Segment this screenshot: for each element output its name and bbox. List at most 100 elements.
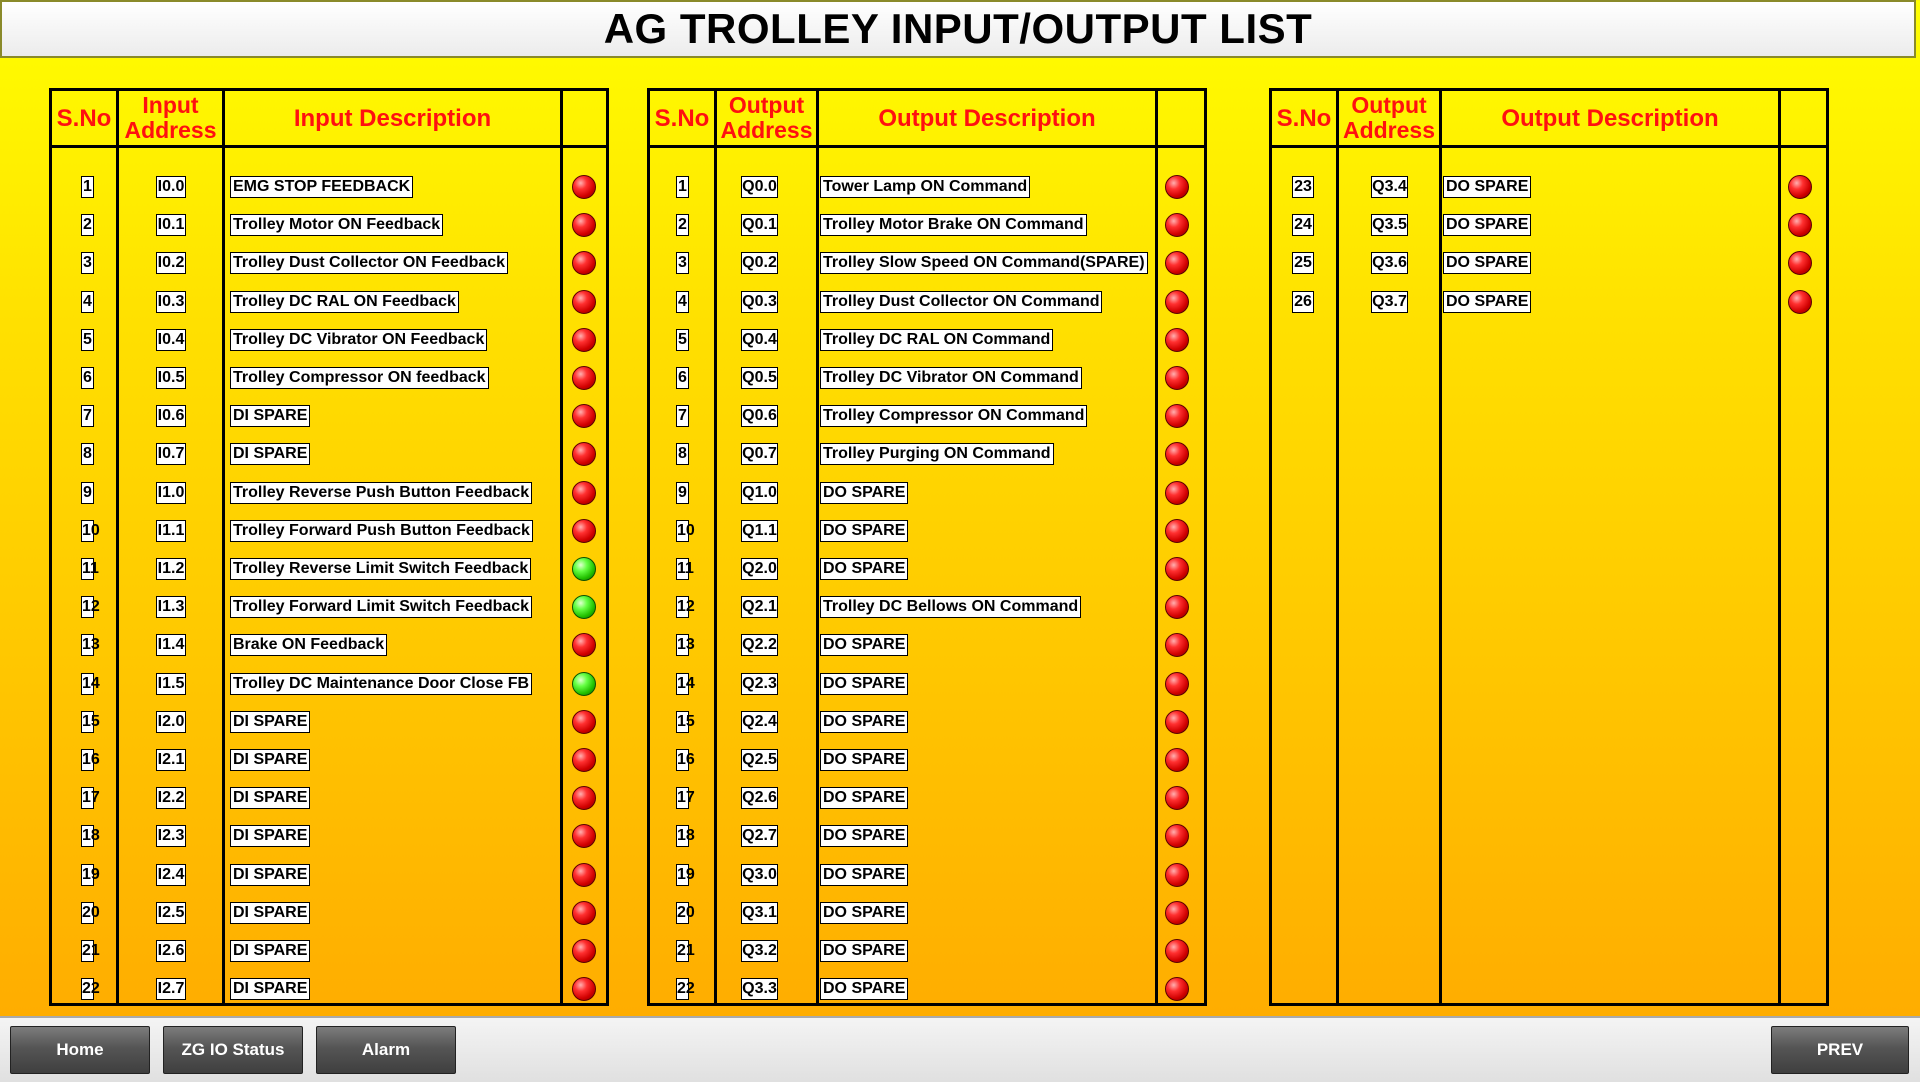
status-lamp-icon xyxy=(572,748,596,772)
address-cell: I1.1 xyxy=(156,519,186,542)
address-cell: I2.7 xyxy=(156,978,186,1001)
sno-cell: 26 xyxy=(1292,290,1314,313)
table-row: 21 I2.6 DI SPARE xyxy=(52,935,606,967)
description-cell: DO SPARE xyxy=(820,710,909,733)
address-cell: Q0.2 xyxy=(741,252,778,275)
status-lamp-icon xyxy=(1165,595,1189,620)
table-row: 14 I1.5 Trolley DC Maintenance Door Close … xyxy=(52,668,606,700)
description-cell: Trolley DC Vibrator ON Command xyxy=(820,367,1082,389)
description-cell: Trolley Reverse Push Button Feedback xyxy=(230,481,533,504)
sno-cell: 2 xyxy=(81,214,94,237)
table-row: 22 Q3.3 DO SPARE xyxy=(650,973,1204,1005)
description-cell: DO SPARE xyxy=(820,787,909,810)
sno-cell: 18 xyxy=(81,825,100,848)
description-cell: DO SPARE xyxy=(820,672,909,695)
status-lamp-icon xyxy=(572,786,596,811)
sno-cell: 10 xyxy=(81,519,100,542)
address-cell: Q0.4 xyxy=(741,328,778,351)
sno-cell: 6 xyxy=(676,367,689,389)
description-cell: DO SPARE xyxy=(820,634,909,657)
table-row: 7 I0.6 DI SPARE xyxy=(52,400,606,432)
status-lamp-icon xyxy=(572,595,596,620)
sno-cell: 8 xyxy=(676,443,689,466)
status-lamp-icon xyxy=(1788,289,1812,314)
status-lamp-icon xyxy=(1165,251,1189,276)
sno-cell: 14 xyxy=(676,672,695,695)
sno-cell: 16 xyxy=(81,749,100,771)
status-lamp-icon xyxy=(1788,213,1812,238)
address-cell: Q2.7 xyxy=(741,825,778,848)
address-cell: I2.2 xyxy=(156,787,186,810)
address-cell: Q1.0 xyxy=(741,481,778,504)
sno-cell: 15 xyxy=(81,710,100,733)
address-cell: I0.3 xyxy=(156,290,186,313)
table-row: 18 I2.3 DI SPARE xyxy=(52,820,606,852)
sno-cell: 10 xyxy=(676,519,695,542)
description-cell: Trolley Reverse Limit Switch Feedback xyxy=(230,558,532,580)
sno-cell: 3 xyxy=(81,252,94,275)
sno-cell: 17 xyxy=(81,787,100,810)
status-lamp-icon xyxy=(572,404,596,429)
table-row: 10 Q1.1 DO SPARE xyxy=(650,515,1204,547)
table-row: 10 I1.1 Trolley Forward Push Button Feedba… xyxy=(52,515,606,547)
table-row: 18 Q2.7 DO SPARE xyxy=(650,820,1204,852)
header-input-description: Input Description xyxy=(293,104,492,132)
status-lamp-icon xyxy=(1165,748,1189,772)
status-lamp-icon xyxy=(1165,289,1189,314)
status-lamp-icon xyxy=(572,824,596,849)
status-lamp-icon xyxy=(1165,404,1189,429)
zg-io-status-button[interactable]: ZG IO Status xyxy=(163,1026,303,1074)
title-bar: AG TROLLEY INPUT/OUTPUT LIST xyxy=(0,0,1916,58)
sno-cell: 14 xyxy=(81,672,100,695)
status-lamp-icon xyxy=(1165,366,1189,390)
table-row: 2 I0.1 Trolley Motor ON Feedback xyxy=(52,209,606,241)
address-cell: Q2.6 xyxy=(741,787,778,810)
table-row: 5 Q0.4 Trolley DC RAL ON Command xyxy=(650,324,1204,356)
status-lamp-icon xyxy=(1788,251,1812,276)
status-lamp-icon xyxy=(572,900,596,925)
description-cell: DO SPARE xyxy=(820,519,909,542)
description-cell: DI SPARE xyxy=(230,443,311,466)
status-lamp-icon xyxy=(572,366,596,390)
description-cell: DO SPARE xyxy=(820,481,909,504)
status-lamp-icon xyxy=(572,633,596,658)
address-cell: I2.0 xyxy=(156,710,186,733)
table-row: 14 Q2.3 DO SPARE xyxy=(650,668,1204,700)
prev-button[interactable]: PREV xyxy=(1771,1026,1909,1074)
sno-cell: 1 xyxy=(81,176,94,198)
address-cell: I2.6 xyxy=(156,940,186,962)
table-row: 5 I0.4 Trolley DC Vibrator ON Feedback xyxy=(52,324,606,356)
sno-cell: 8 xyxy=(81,443,94,466)
table-row: 19 I2.4 DI SPARE xyxy=(52,859,606,891)
sno-cell: 11 xyxy=(81,558,99,580)
description-cell: DO SPARE xyxy=(820,978,909,1001)
sno-cell: 17 xyxy=(676,787,695,810)
status-lamp-icon xyxy=(572,709,596,734)
description-cell: Trolley Motor Brake ON Command xyxy=(820,214,1087,237)
address-cell: Q3.7 xyxy=(1371,290,1408,313)
address-cell: I0.5 xyxy=(156,367,186,389)
output-list-panel-1: S.No Output Address Output Description 1 Q… xyxy=(647,88,1207,1006)
table-row: 24 Q3.5 DO SPARE xyxy=(1272,209,1826,241)
address-cell: I0.4 xyxy=(156,328,186,351)
description-cell: DO SPARE xyxy=(1443,290,1532,313)
sno-cell: 9 xyxy=(676,481,689,504)
table-row: 11 I1.2 Trolley Reverse Limit Switch Feedb… xyxy=(52,553,606,585)
header-sno: S.No xyxy=(654,104,710,132)
status-lamp-icon xyxy=(1165,671,1189,696)
address-cell: Q3.0 xyxy=(741,863,778,886)
address-cell: I0.0 xyxy=(156,176,186,198)
description-cell: Trolley DC Vibrator ON Feedback xyxy=(230,328,488,351)
address-cell: Q2.1 xyxy=(741,596,778,619)
status-lamp-icon xyxy=(572,213,596,238)
description-cell: Tower Lamp ON Command xyxy=(820,176,1031,198)
table-row: 1 I0.0 EMG STOP FEEDBACK xyxy=(52,171,606,203)
description-cell: Trolley Forward Limit Switch Feedback xyxy=(230,596,533,619)
address-cell: Q1.1 xyxy=(741,519,778,542)
table-row: 16 Q2.5 DO SPARE xyxy=(650,744,1204,776)
description-cell: DI SPARE xyxy=(230,405,311,428)
header-sno: S.No xyxy=(1276,104,1332,132)
alarm-button[interactable]: Alarm xyxy=(316,1026,456,1074)
home-button[interactable]: Home xyxy=(10,1026,150,1074)
description-cell: DO SPARE xyxy=(1443,214,1532,237)
